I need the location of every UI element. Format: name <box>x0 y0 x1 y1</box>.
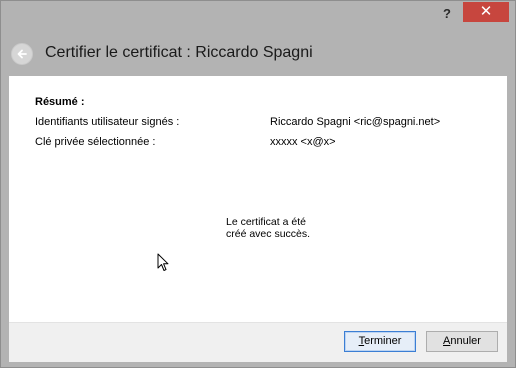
finish-label-rest: erminer <box>364 335 402 347</box>
mouse-cursor-icon <box>157 253 169 271</box>
signed-ids-value: Riccardo Spagni <ric@spagni.net> <box>270 116 441 128</box>
success-message-line1: Le certificat a été <box>226 216 306 228</box>
success-message: Le certificat a été créé avec succès. <box>226 216 310 240</box>
close-button[interactable]: ✕ <box>463 2 509 22</box>
page-title: Certifier le certificat : Riccardo Spagn… <box>45 44 313 61</box>
cancel-button[interactable]: Annuler <box>426 331 498 352</box>
button-bar: Terminer Annuler <box>9 322 507 362</box>
success-message-line2: créé avec succès. <box>226 228 311 240</box>
wizard-window: ? ✕ Certifier le certificat : Riccardo S… <box>0 0 516 368</box>
help-button[interactable]: ? <box>436 5 458 23</box>
summary-panel: Résumé : Identifiants utilisateur signés… <box>9 76 507 322</box>
finish-button[interactable]: Terminer <box>344 331 416 352</box>
private-key-label: Clé privée sélectionnée : <box>35 136 156 148</box>
cancel-label-rest: nnuler <box>450 335 481 347</box>
title-bar: ? ✕ <box>1 1 515 29</box>
back-arrow-icon <box>17 49 27 59</box>
back-button[interactable] <box>11 43 33 65</box>
signed-ids-label: Identifiants utilisateur signés : <box>35 116 180 128</box>
private-key-value: xxxxx <x@x> <box>270 136 336 148</box>
summary-heading: Résumé : <box>35 96 85 108</box>
wizard-header: Certifier le certificat : Riccardo Spagn… <box>1 29 515 76</box>
